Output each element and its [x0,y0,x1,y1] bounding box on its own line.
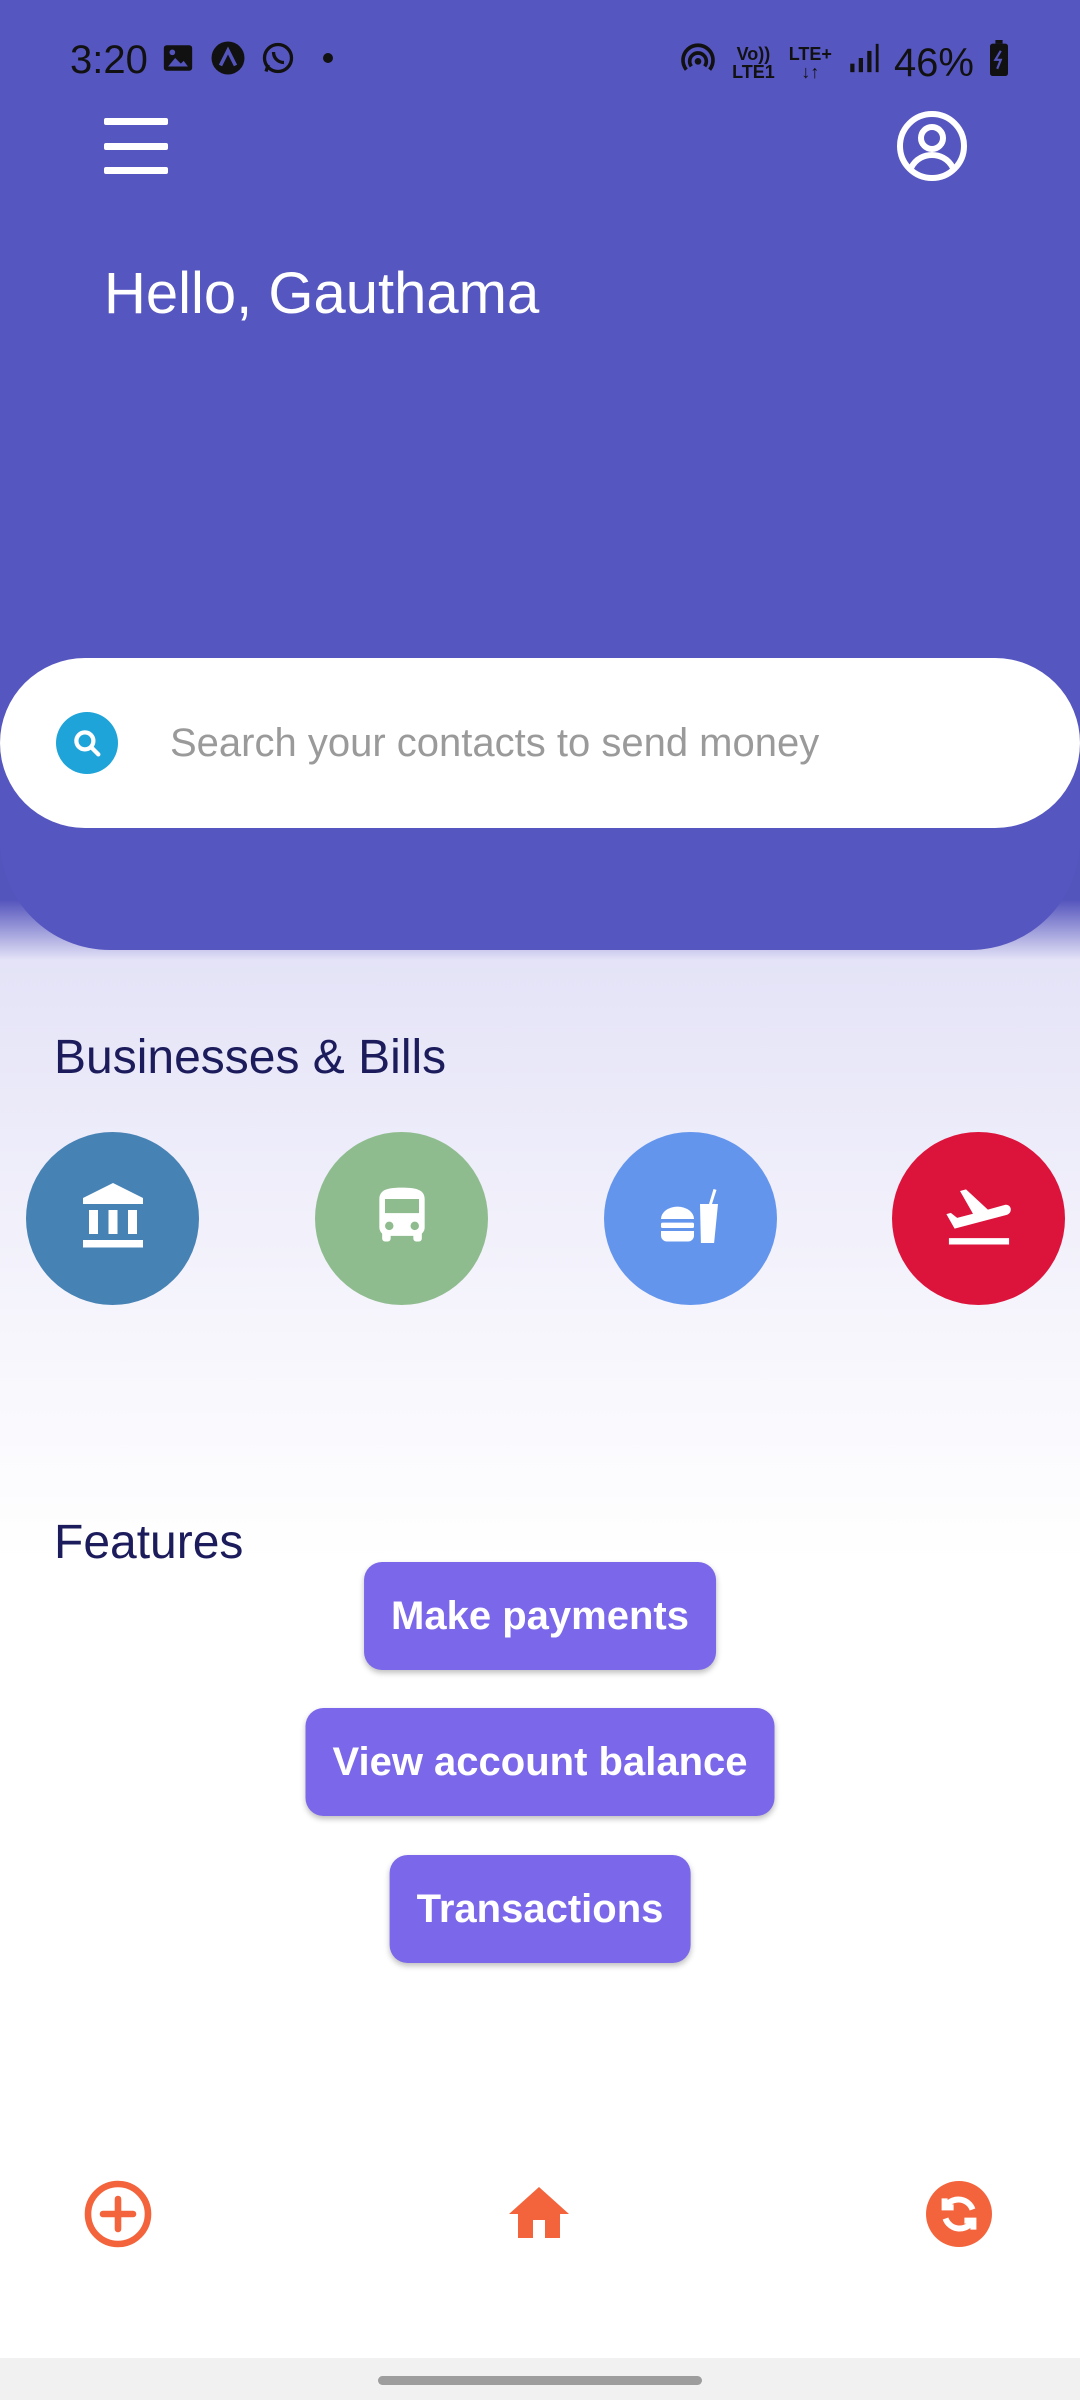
businesses-section-title: Businesses & Bills [54,1031,447,1084]
gesture-bar [0,2358,1080,2400]
contact-search-bar[interactable] [0,658,1080,828]
account-circle-icon[interactable] [896,110,968,182]
view-account-balance-button[interactable]: View account balance [305,1708,775,1816]
bus-button[interactable] [315,1132,488,1305]
hotspot-icon [678,38,718,88]
volte-indicator: Vo)) LTE1 [732,44,775,82]
fast-food-icon [655,1180,727,1257]
whatsapp-icon [260,40,296,76]
home-indicator[interactable] [378,2376,702,2385]
add-circle-icon[interactable] [78,2174,158,2254]
signal-icon [846,41,880,85]
flight-button[interactable] [892,1132,1065,1305]
bus-icon [368,1182,436,1255]
refresh-icon[interactable] [919,2174,999,2254]
bank-icon [77,1180,149,1257]
bank-button[interactable] [26,1132,199,1305]
home-icon[interactable] [499,2174,579,2254]
battery-percent: 46% [893,40,974,85]
status-time: 3:20 [70,38,148,82]
businesses-row [0,1132,1080,1307]
search-icon[interactable] [56,712,118,774]
bottom-navigation [0,2160,1080,2300]
search-input[interactable] [168,719,1022,767]
dot-icon [310,40,346,76]
transactions-button[interactable]: Transactions [389,1855,691,1963]
features-section-title: Features [54,1516,244,1569]
hamburger-menu-icon[interactable] [104,118,168,174]
flight-takeoff-icon [941,1178,1017,1259]
notification-icons [160,40,346,76]
greeting-text: Hello, Gauthama [104,261,540,326]
fast-food-button[interactable] [604,1132,777,1305]
image-icon [160,40,196,76]
lte-indicator: LTE+ ↓↑ [788,44,832,82]
status-bar: 3:20 Vo)) LTE1 LTE+ ↓↑ 46% [0,0,1080,120]
make-payments-button[interactable]: Make payments [364,1562,716,1670]
battery-icon [988,40,1010,86]
app-a-icon [210,40,246,76]
status-right-icons: Vo)) LTE1 LTE+ ↓↑ 46% [678,38,1010,88]
